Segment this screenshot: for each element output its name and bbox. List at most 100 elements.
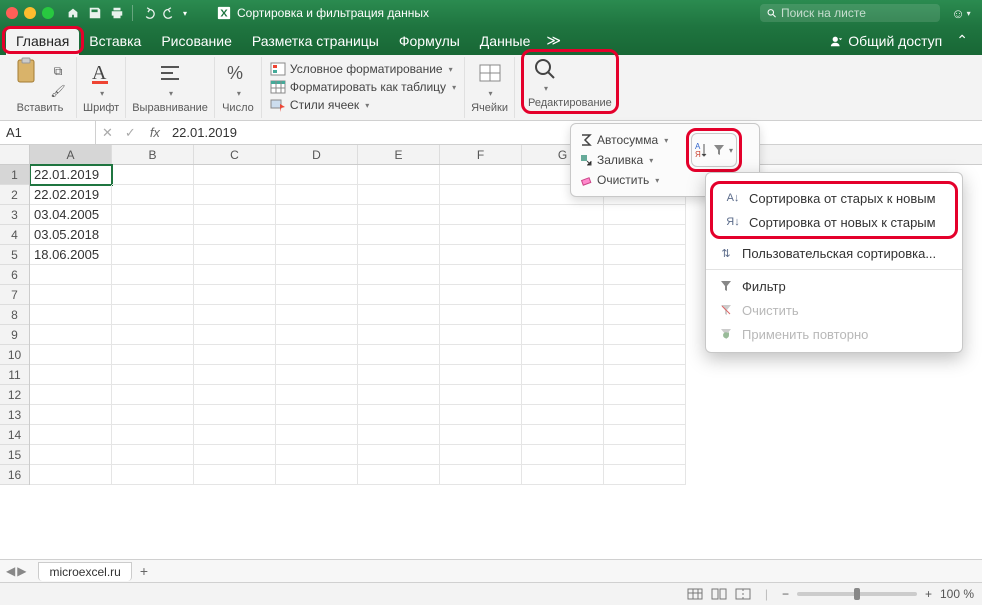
cells-button[interactable]: ▾ (473, 57, 507, 100)
tab-overflow[interactable]: ≫ (540, 28, 567, 55)
cell-C14[interactable] (194, 425, 276, 445)
tab-layout[interactable]: Разметка страницы (242, 29, 389, 55)
view-normal-icon[interactable] (687, 588, 703, 600)
cell-B11[interactable] (112, 365, 194, 385)
cell-B9[interactable] (112, 325, 194, 345)
cell-F13[interactable] (440, 405, 522, 425)
cell-D5[interactable] (276, 245, 358, 265)
cell-E16[interactable] (358, 465, 440, 485)
row-header-16[interactable]: 16 (0, 465, 29, 485)
name-box[interactable]: A1 (0, 121, 96, 144)
cell-E13[interactable] (358, 405, 440, 425)
cell-D7[interactable] (276, 285, 358, 305)
tab-insert[interactable]: Вставка (79, 29, 151, 55)
cell-E3[interactable] (358, 205, 440, 225)
cell-D6[interactable] (276, 265, 358, 285)
cell-E14[interactable] (358, 425, 440, 445)
cell-G4[interactable] (522, 225, 604, 245)
cancel-formula-icon[interactable]: ✕ (96, 125, 119, 141)
cell-C13[interactable] (194, 405, 276, 425)
qa-undo-icon[interactable] (137, 3, 159, 23)
cell-A2[interactable]: 22.02.2019 (30, 185, 112, 205)
menu-custom-sort[interactable]: ⇅ Пользовательская сортировка... (706, 241, 962, 265)
cell-F12[interactable] (440, 385, 522, 405)
format-as-table-button[interactable]: Форматировать как таблицу▾ (268, 78, 458, 96)
cell-A11[interactable] (30, 365, 112, 385)
minimize-window-icon[interactable] (24, 7, 36, 19)
cell-A7[interactable] (30, 285, 112, 305)
cell-H15[interactable] (604, 445, 686, 465)
cell-E7[interactable] (358, 285, 440, 305)
cell-D4[interactable] (276, 225, 358, 245)
col-header-A[interactable]: A (30, 145, 112, 164)
row-header-13[interactable]: 13 (0, 405, 29, 425)
row-header-5[interactable]: 5 (0, 245, 29, 265)
sheet-prev-icon[interactable]: ◀ (6, 564, 15, 578)
close-window-icon[interactable] (6, 7, 18, 19)
cell-D12[interactable] (276, 385, 358, 405)
cell-E10[interactable] (358, 345, 440, 365)
search-input[interactable] (781, 6, 934, 20)
cell-H10[interactable] (604, 345, 686, 365)
cell-H6[interactable] (604, 265, 686, 285)
cell-styles-button[interactable]: Стили ячеек▾ (268, 96, 371, 114)
cell-G6[interactable] (522, 265, 604, 285)
cell-H7[interactable] (604, 285, 686, 305)
cell-H5[interactable] (604, 245, 686, 265)
cell-G15[interactable] (522, 445, 604, 465)
cell-B14[interactable] (112, 425, 194, 445)
cell-D14[interactable] (276, 425, 358, 445)
cell-G8[interactable] (522, 305, 604, 325)
cell-A5[interactable]: 18.06.2005 (30, 245, 112, 265)
cell-E15[interactable] (358, 445, 440, 465)
cell-D10[interactable] (276, 345, 358, 365)
cell-C12[interactable] (194, 385, 276, 405)
tab-home[interactable]: Главная (6, 29, 79, 55)
cell-H8[interactable] (604, 305, 686, 325)
view-page-break-icon[interactable] (735, 588, 751, 600)
cell-A14[interactable] (30, 425, 112, 445)
view-page-layout-icon[interactable] (711, 588, 727, 600)
cell-C9[interactable] (194, 325, 276, 345)
cell-A8[interactable] (30, 305, 112, 325)
cell-H11[interactable] (604, 365, 686, 385)
cell-A15[interactable] (30, 445, 112, 465)
share-button[interactable]: Общий доступ ⌃ (822, 28, 976, 55)
cell-A13[interactable] (30, 405, 112, 425)
cell-D1[interactable] (276, 165, 358, 185)
cell-B12[interactable] (112, 385, 194, 405)
cell-G5[interactable] (522, 245, 604, 265)
cell-G13[interactable] (522, 405, 604, 425)
row-header-4[interactable]: 4 (0, 225, 29, 245)
menu-sort-descending[interactable]: Я↓ Сортировка от новых к старым (713, 210, 955, 234)
row-header-1[interactable]: 1 (0, 165, 29, 185)
cell-G10[interactable] (522, 345, 604, 365)
cell-D8[interactable] (276, 305, 358, 325)
col-header-B[interactable]: B (112, 145, 194, 164)
cell-E5[interactable] (358, 245, 440, 265)
cell-D3[interactable] (276, 205, 358, 225)
cell-G12[interactable] (522, 385, 604, 405)
cell-C1[interactable] (194, 165, 276, 185)
paste-button[interactable] (10, 55, 44, 87)
cell-H12[interactable] (604, 385, 686, 405)
col-header-C[interactable]: C (194, 145, 276, 164)
cell-E11[interactable] (358, 365, 440, 385)
conditional-format-button[interactable]: Условное форматирование▾ (268, 60, 455, 78)
add-sheet-button[interactable]: + (132, 563, 156, 579)
cell-A10[interactable] (30, 345, 112, 365)
cell-F14[interactable] (440, 425, 522, 445)
cell-G9[interactable] (522, 325, 604, 345)
align-button[interactable]: ▾ (153, 57, 187, 100)
cell-D15[interactable] (276, 445, 358, 465)
editing-button[interactable]: ▾ (528, 54, 562, 95)
zoom-in-button[interactable]: + (925, 587, 932, 601)
cell-H14[interactable] (604, 425, 686, 445)
qa-print-icon[interactable] (106, 3, 128, 23)
maximize-window-icon[interactable] (42, 7, 54, 19)
cell-F2[interactable] (440, 185, 522, 205)
cell-D11[interactable] (276, 365, 358, 385)
cell-H13[interactable] (604, 405, 686, 425)
cell-F4[interactable] (440, 225, 522, 245)
zoom-value[interactable]: 100 % (940, 587, 974, 601)
